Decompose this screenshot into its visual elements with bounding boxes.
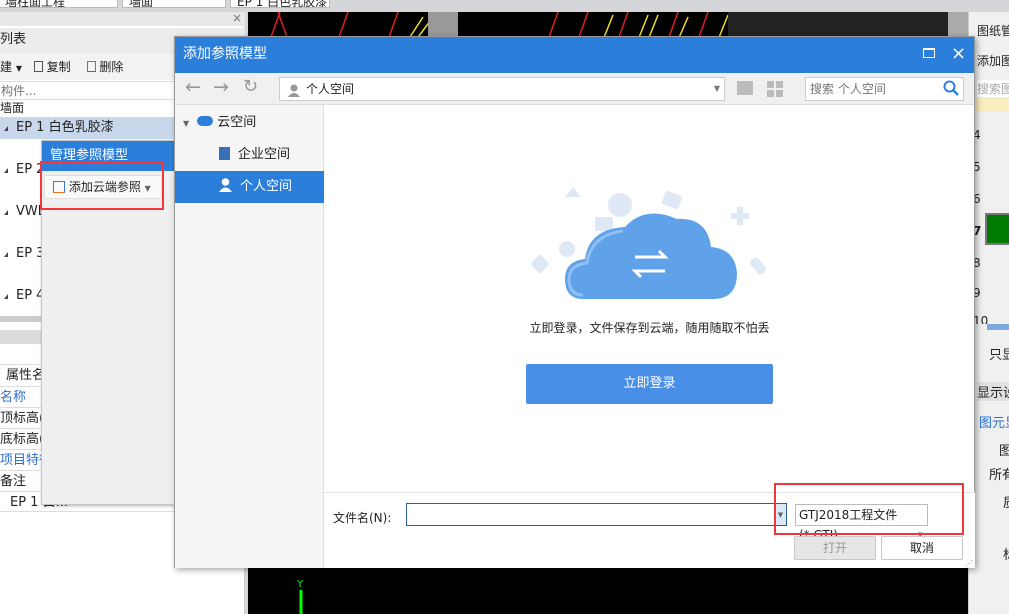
dropdown-arrow-icon[interactable]: ▼ xyxy=(714,78,720,100)
dialog-toolbar: ← → ↻ 个人空间 ▼ xyxy=(175,73,974,105)
copy-icon xyxy=(33,61,43,72)
tree-item[interactable]: EP 3 xyxy=(0,243,44,265)
delete-button[interactable]: 删除 xyxy=(86,60,123,74)
panel-title: 图纸管 xyxy=(977,24,1009,38)
search-input[interactable] xyxy=(806,78,936,99)
nav-enterprise-space[interactable]: 企业空间 xyxy=(175,139,324,171)
panel-header xyxy=(0,12,245,26)
building-icon xyxy=(219,147,230,160)
nav-personal-space[interactable]: 个人空间 xyxy=(175,171,324,203)
element-display-tab[interactable]: 图元显 xyxy=(979,412,1009,431)
cloud-sync-illustration xyxy=(530,187,766,299)
close-icon[interactable]: × xyxy=(232,11,242,25)
new-button[interactable]: 建 ▼ xyxy=(0,60,22,74)
dialog-titlebar: 添加参照模型 × xyxy=(175,37,974,73)
view-mode-icon[interactable] xyxy=(767,81,783,97)
scrollbar[interactable] xyxy=(987,324,1009,330)
y-axis-indicator: Y xyxy=(296,579,304,614)
maximize-icon[interactable] xyxy=(923,48,935,58)
new-folder-icon[interactable] xyxy=(737,81,753,95)
tree-item[interactable]: EP 4 xyxy=(0,285,44,307)
only-show-checkbox[interactable]: 只显 xyxy=(989,344,1009,363)
cloud-icon xyxy=(197,116,214,126)
add-drawing-button[interactable]: 添加图 xyxy=(977,52,1009,69)
project-combo[interactable]: 墙柱面工程 xyxy=(0,0,118,8)
nav-cloud-space[interactable]: ▼ 云空间 xyxy=(175,107,324,139)
dialog-title: 添加参照模型 xyxy=(183,46,267,62)
copy-button[interactable]: 复制 xyxy=(33,60,71,74)
cancel-button[interactable]: 取消 xyxy=(881,536,963,560)
filename-label: 文件名(N): xyxy=(333,511,392,525)
top-bar: 墙柱面工程 墙面 EP 1 白色乳胶漆 xyxy=(0,0,1009,12)
search-icon[interactable] xyxy=(943,80,959,99)
tree-root[interactable]: 墙面 xyxy=(0,98,24,118)
tree-item[interactable]: 质 xyxy=(1003,492,1009,511)
user-icon xyxy=(219,173,232,205)
type-combo[interactable]: 墙面 xyxy=(122,0,226,8)
close-icon[interactable]: × xyxy=(951,37,966,71)
column-header: 图 xyxy=(999,444,1009,459)
row-number: 10 xyxy=(973,314,989,324)
user-icon xyxy=(288,82,300,97)
login-button[interactable]: 立即登录 xyxy=(526,364,773,404)
address-bar[interactable]: 个人空间 ▼ xyxy=(279,77,725,101)
highlight-box xyxy=(774,483,964,535)
back-icon[interactable]: ← xyxy=(185,76,201,98)
display-settings-title: 显示设 xyxy=(977,382,1009,401)
forward-icon[interactable]: → xyxy=(213,76,229,98)
filename-input[interactable] xyxy=(406,503,776,526)
tree-item[interactable]: VWL xyxy=(0,201,45,223)
svg-text:Y: Y xyxy=(296,579,304,590)
expand-icon[interactable]: ▼ xyxy=(183,119,189,128)
delete-icon xyxy=(86,61,96,72)
open-button[interactable]: 打开 xyxy=(794,536,876,560)
tree-item[interactable]: EP 2 xyxy=(0,159,44,181)
tree-item[interactable]: 标 xyxy=(1003,544,1009,563)
highlight-box xyxy=(40,161,164,210)
grid-header xyxy=(973,97,1009,111)
refresh-icon[interactable]: ↻ xyxy=(243,76,258,97)
location-nav: ▼ 云空间 企业空间 个人空间 xyxy=(175,105,324,568)
drawing-search[interactable]: 搜索图 xyxy=(977,80,1009,97)
resize-grip-icon[interactable]: ⋰ xyxy=(965,559,973,568)
selected-drawing-row[interactable] xyxy=(985,213,1009,245)
search-box[interactable] xyxy=(805,77,964,101)
component-combo[interactable]: EP 1 白色乳胶漆 xyxy=(230,0,330,8)
login-prompt: 立即登录，文件保存到云端，随用随取不怕丢 xyxy=(529,321,770,335)
tree-item[interactable]: 所有 xyxy=(989,464,1009,483)
